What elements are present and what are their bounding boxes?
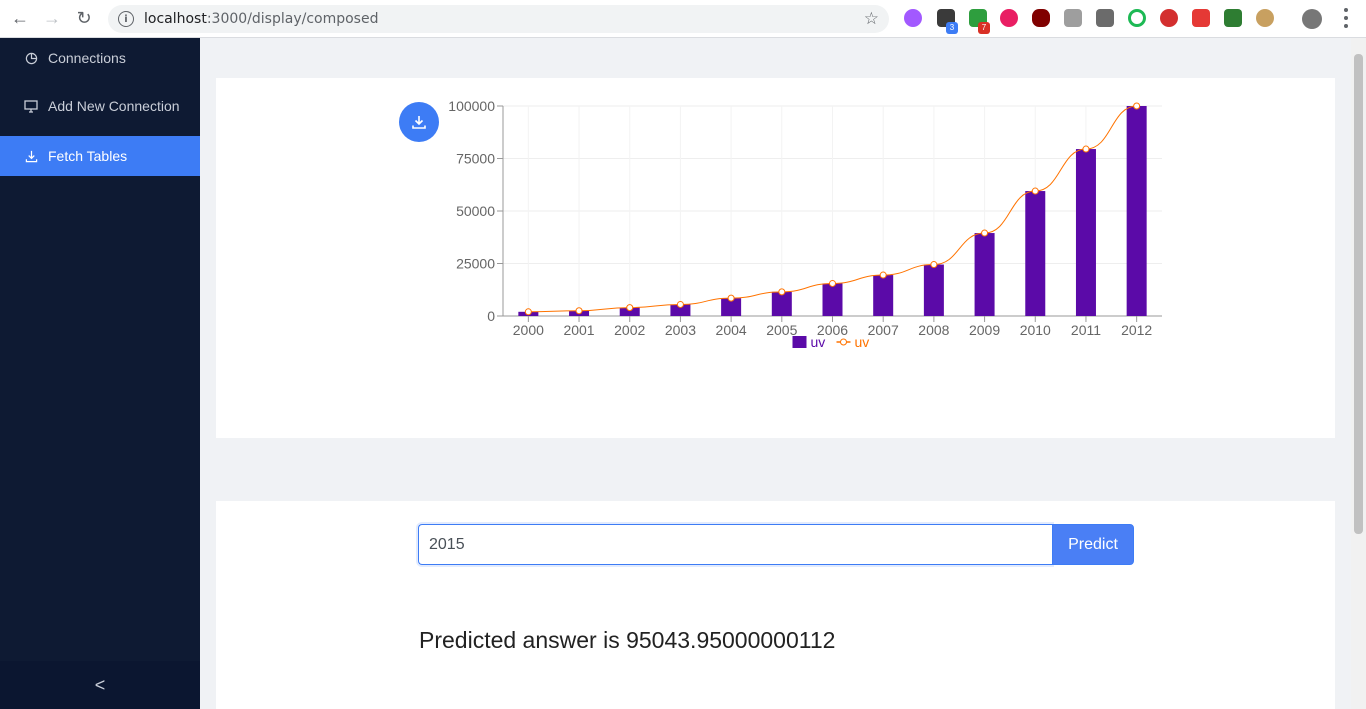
y-tick-label: 75000 xyxy=(456,151,495,167)
sidebar-item-label: Connections xyxy=(48,50,126,66)
browser-toolbar: ← → ↻ i localhost:3000/display/composed … xyxy=(0,0,1366,38)
url-host: localhost xyxy=(144,11,207,27)
chart-point xyxy=(930,261,938,269)
back-icon[interactable]: ← xyxy=(8,7,32,31)
url-path: :3000/display/composed xyxy=(206,11,379,27)
sidebar-item-fetch-tables[interactable]: Fetch Tables xyxy=(0,136,200,176)
x-tick-label: 2007 xyxy=(868,322,899,338)
predict-form: Predict xyxy=(418,524,1134,565)
browser-menu-icon[interactable] xyxy=(1344,8,1348,28)
legend-label: uv xyxy=(855,334,870,350)
chart-point xyxy=(524,308,532,316)
sidebar-item-label: Fetch Tables xyxy=(48,148,128,164)
cookie-icon[interactable] xyxy=(1256,9,1274,27)
camera-icon[interactable] xyxy=(1064,9,1082,27)
chart-point xyxy=(575,307,583,315)
extension-badge: 7 xyxy=(978,22,990,34)
legend-swatch-bar xyxy=(792,336,807,348)
chart-bar xyxy=(923,264,944,316)
composed-chart: 0 25000 50000 75000 100000 2000 2001 2002 2003 20… xyxy=(448,98,1162,350)
chart-point xyxy=(1082,145,1090,153)
site-info-icon[interactable]: i xyxy=(118,11,134,27)
chart-point xyxy=(1133,102,1141,110)
sidebar-collapse-button[interactable]: < xyxy=(0,661,200,709)
desktop-icon xyxy=(24,99,38,113)
chart-point xyxy=(626,304,634,312)
x-tick-label: 2011 xyxy=(1071,322,1101,338)
chart-point xyxy=(981,229,989,237)
bookmark-star-icon[interactable]: ☆ xyxy=(864,9,879,29)
x-tick-label: 2012 xyxy=(1121,322,1152,338)
extension-icon[interactable] xyxy=(904,9,922,27)
chart-point xyxy=(879,271,887,279)
x-tick-label: 2002 xyxy=(614,322,645,338)
reload-icon[interactable]: ↻ xyxy=(72,7,96,31)
page-scrollbar[interactable] xyxy=(1351,38,1366,709)
legend-label: uv xyxy=(811,334,826,350)
chart-bar xyxy=(1075,149,1096,316)
cors-icon[interactable] xyxy=(1224,9,1242,27)
download-icon xyxy=(412,116,426,129)
y-tick-label: 50000 xyxy=(456,203,495,219)
address-bar[interactable]: i localhost:3000/display/composed ☆ xyxy=(108,5,889,33)
legend-swatch-point xyxy=(840,338,847,346)
x-tick-label: 2000 xyxy=(513,322,544,338)
chart-card: 0 25000 50000 75000 100000 2000 2001 2002 2003 20… xyxy=(216,78,1335,438)
sidebar-item-label: Add New Connection xyxy=(48,98,180,114)
chart-point xyxy=(727,294,735,302)
extension-icon[interactable] xyxy=(1096,9,1114,27)
extension-icon[interactable] xyxy=(1160,9,1178,27)
chart-bar xyxy=(1126,106,1147,316)
pie-chart-icon xyxy=(24,51,38,65)
sidebar-item-connections[interactable]: Connections xyxy=(0,38,200,78)
ublock-icon[interactable] xyxy=(1032,9,1050,27)
x-tick-label: 2003 xyxy=(665,322,696,338)
x-tick-label: 2004 xyxy=(716,322,747,338)
predict-button[interactable]: Predict xyxy=(1052,524,1134,565)
year-input[interactable] xyxy=(418,524,1052,565)
sidebar-item-add-new-connection[interactable]: Add New Connection xyxy=(0,86,200,126)
x-tick-label: 2001 xyxy=(563,322,594,338)
chart-point xyxy=(1031,187,1039,195)
extension-badge: 3 xyxy=(946,22,958,34)
profile-avatar[interactable] xyxy=(1302,9,1322,29)
extension-icon[interactable] xyxy=(1192,9,1210,27)
chart-bar xyxy=(974,233,995,316)
download-icon xyxy=(24,149,38,163)
sidebar: Connections Add New Connection Fetch Tab… xyxy=(0,38,200,709)
prediction-result: Predicted answer is 95043.95000000112 xyxy=(419,627,836,653)
download-button[interactable] xyxy=(399,102,439,142)
scrollbar-thumb[interactable] xyxy=(1354,54,1363,534)
chart-bar xyxy=(1025,191,1046,316)
extension-icon[interactable] xyxy=(1128,9,1146,27)
chevron-left-icon: < xyxy=(94,674,106,695)
forward-icon[interactable]: → xyxy=(40,7,64,31)
chart-point xyxy=(676,300,684,308)
x-tick-label: 2005 xyxy=(766,322,797,338)
predict-card: Predict Predicted answer is 95043.950000… xyxy=(216,501,1335,709)
y-tick-label: 100000 xyxy=(448,98,495,114)
y-tick-label: 25000 xyxy=(456,256,495,272)
x-tick-label: 2008 xyxy=(918,322,949,338)
chart-bar xyxy=(771,291,792,316)
chart-point xyxy=(778,288,786,296)
extension-icon[interactable] xyxy=(1000,9,1018,27)
y-tick-label: 0 xyxy=(487,308,495,324)
chart-point xyxy=(829,279,836,287)
x-tick-label: 2009 xyxy=(969,322,1000,338)
x-tick-label: 2010 xyxy=(1020,322,1051,338)
chart-bar xyxy=(822,283,843,316)
chart-bar xyxy=(873,275,894,316)
